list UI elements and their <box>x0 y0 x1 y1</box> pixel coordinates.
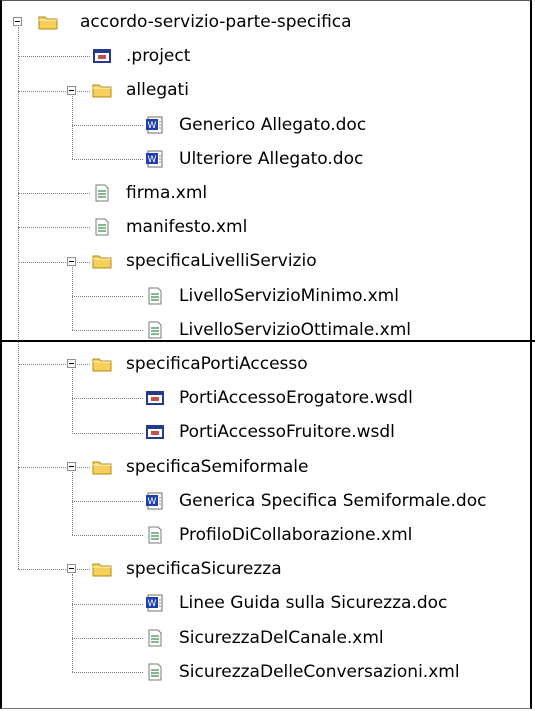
tree-node-label: SicurezzaDelleConversazioni.xml <box>179 661 460 682</box>
tree-connector-line <box>18 227 90 229</box>
tree-connector-line <box>72 471 73 536</box>
tree-node-label: PortiAccessoFruitore.wsdl <box>179 422 395 443</box>
tree-connector-line <box>72 329 143 331</box>
tree-node-label: ProfiloDiCollaborazione.xml <box>179 525 413 545</box>
tree-node-label: allegati <box>126 80 189 101</box>
tree-node-label: specificaPortiAccesso <box>126 354 308 374</box>
tree-node-label: specificaLivelliServizio <box>126 251 317 272</box>
folder-icon <box>92 560 112 578</box>
folder-icon <box>92 355 112 373</box>
tree-connector-line <box>18 27 19 570</box>
xml-file-icon <box>145 663 165 681</box>
xml-file-icon <box>145 526 165 544</box>
tree-node-label: Linee Guida sulla Sicurezza.doc <box>179 593 448 614</box>
word-document-icon: W <box>145 116 165 134</box>
tree-connector-line <box>72 95 73 159</box>
tree-node-label: SicurezzaDelCanale.xml <box>179 627 384 648</box>
folder-icon <box>92 458 112 476</box>
tree-file-node[interactable]: W Ulteriore Allegato.doc <box>145 142 366 176</box>
tree-node-label: Generico Allegato.doc <box>179 114 367 135</box>
tree-connector-line <box>72 637 143 639</box>
tree-connector-line <box>18 90 90 92</box>
tree-folder-node[interactable]: allegati <box>92 73 192 107</box>
wsdl-file-icon <box>145 423 165 441</box>
tree-connector-line <box>72 369 73 433</box>
xml-file-icon <box>145 321 165 339</box>
tree-connector-line <box>72 574 73 672</box>
collapse-toggle-icon[interactable] <box>67 564 76 574</box>
tree-node-label: LivelloServizioOttimale.xml <box>179 319 411 340</box>
xml-file-icon <box>92 184 112 202</box>
tree-file-node[interactable]: ProfiloDiCollaborazione.xml <box>145 518 415 552</box>
tree-file-node[interactable]: PortiAccessoErogatore.wsdl <box>145 381 416 415</box>
tree-node-label: PortiAccessoErogatore.wsdl <box>179 388 413 409</box>
tree-file-node[interactable]: SicurezzaDelleConversazioni.xml <box>145 655 463 689</box>
xml-file-icon <box>92 218 112 236</box>
word-document-icon: W <box>145 594 165 612</box>
tree-folder-node[interactable]: accordo-servizio-parte-specifica <box>38 5 355 39</box>
tree-node-label: Generica Specifica Semiformale.doc <box>179 490 487 511</box>
svg-text:W: W <box>148 121 157 131</box>
tree-folder-node[interactable]: specificaLivelliServizio <box>92 244 320 278</box>
project-file-icon <box>92 47 112 65</box>
folder-icon <box>38 13 58 31</box>
tree-view-panel: accordo-servizio-parte-specifica .project… <box>0 0 532 709</box>
tree-node-label: specificaSicurezza <box>126 559 282 580</box>
panel-splitter[interactable] <box>0 340 535 342</box>
tree-connector-line <box>72 398 143 400</box>
tree-connector-line <box>72 266 73 330</box>
collapse-toggle-icon[interactable] <box>67 256 76 266</box>
tree-folder-node[interactable]: specificaSicurezza <box>92 552 285 586</box>
tree-file-node[interactable]: W Linee Guida sulla Sicurezza.doc <box>145 586 450 620</box>
tree-node-label: Ulteriore Allegato.doc <box>179 148 364 169</box>
word-document-icon: W <box>145 492 165 510</box>
tree-connector-line <box>18 261 90 263</box>
tree-file-node[interactable]: PortiAccessoFruitore.wsdl <box>145 415 398 449</box>
tree-node-label: manifesto.xml <box>126 217 248 238</box>
svg-text:W: W <box>148 155 157 165</box>
tree-connector-line <box>18 364 90 366</box>
tree-connector-line <box>18 569 90 571</box>
tree-node-label: .project <box>126 46 191 67</box>
tree-connector-line <box>18 193 90 195</box>
tree-file-node[interactable]: SicurezzaDelCanale.xml <box>145 621 387 655</box>
collapse-toggle-icon[interactable] <box>67 85 76 95</box>
folder-icon <box>92 252 112 270</box>
tree-file-node[interactable]: LivelloServizioMinimo.xml <box>145 279 402 313</box>
xml-file-icon <box>145 629 165 647</box>
tree-connector-line <box>72 124 143 126</box>
word-document-icon: W <box>145 150 165 168</box>
tree-connector-line <box>72 158 143 160</box>
tree-file-node[interactable]: firma.xml <box>92 176 210 210</box>
tree-file-node[interactable]: W Generica Specifica Semiformale.doc <box>145 484 489 518</box>
tree-file-node[interactable]: manifesto.xml <box>92 210 250 244</box>
collapse-toggle-icon[interactable] <box>67 461 76 471</box>
svg-text:W: W <box>148 599 157 609</box>
tree-connector-line <box>72 500 143 502</box>
tree-node-label: LivelloServizioMinimo.xml <box>179 285 399 306</box>
tree-node-label: specificaSemiformale <box>126 456 309 477</box>
folder-icon <box>92 81 112 99</box>
tree-connector-line <box>72 432 143 434</box>
tree-connector-line <box>72 603 143 605</box>
collapse-toggle-icon[interactable] <box>67 359 76 369</box>
tree-node-label: accordo-servizio-parte-specifica <box>80 12 352 32</box>
wsdl-file-icon <box>145 389 165 407</box>
tree-node-label: firma.xml <box>126 183 208 203</box>
tree-connector-line <box>72 295 143 297</box>
collapse-toggle-icon[interactable] <box>13 17 22 27</box>
tree-file-node[interactable]: .project <box>92 39 193 73</box>
tree-connector-line <box>72 535 143 537</box>
xml-file-icon <box>145 287 165 305</box>
tree-connector-line <box>18 466 90 468</box>
tree-connector-line <box>18 56 90 58</box>
svg-text:W: W <box>148 497 157 507</box>
tree-file-node[interactable]: W Generico Allegato.doc <box>145 108 369 142</box>
tree-folder-node[interactable]: specificaSemiformale <box>92 450 311 484</box>
tree-connector-line <box>72 671 143 673</box>
tree-folder-node[interactable]: specificaPortiAccesso <box>92 347 311 381</box>
